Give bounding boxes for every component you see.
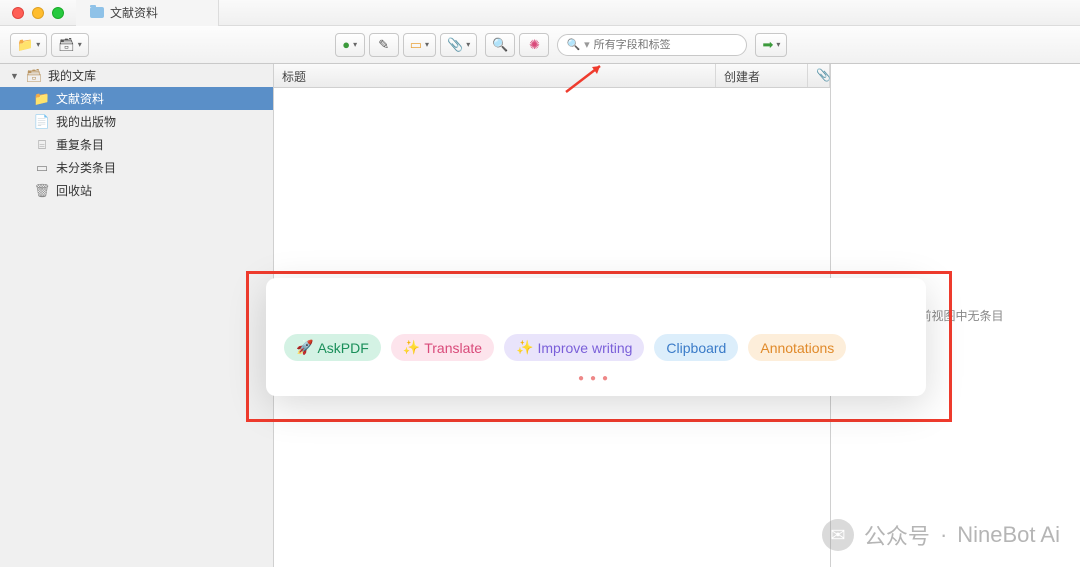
- minimize-window-button[interactable]: [32, 7, 44, 19]
- sparkle-icon: ✨: [516, 339, 533, 356]
- unfiled-icon: ▭: [34, 161, 50, 175]
- note-icon: ▭: [410, 37, 422, 53]
- search-input[interactable]: [594, 39, 739, 51]
- toolbar: 📁▾ 🗃▾ ●▾ ✎ ▭▾ 📎▾ 🔍 ✺ 🔍▾ ➡▾: [0, 26, 1080, 64]
- sidebar-item-label: 回收站: [56, 182, 92, 199]
- sidebar-item-label: 文献资料: [56, 90, 104, 107]
- close-window-button[interactable]: [12, 7, 24, 19]
- watermark-prefix: 公众号: [864, 519, 930, 551]
- ai-prompt-input[interactable]: [284, 292, 908, 316]
- folder-icon: [90, 7, 104, 18]
- wand-icon: ✎: [378, 37, 389, 53]
- openai-icon: ✺: [529, 37, 540, 53]
- folder-plus-icon: 📁: [17, 37, 33, 53]
- search-scope-caret[interactable]: ▾: [584, 38, 590, 51]
- column-creator[interactable]: 创建者: [716, 64, 808, 87]
- attach-button[interactable]: 📎▾: [440, 33, 477, 57]
- arrow-right-icon: ➡: [762, 37, 773, 53]
- ai-popup: 🚀AskPDF ✨Translate ✨Improve writing Clip…: [266, 278, 926, 396]
- plus-circle-icon: ●: [342, 37, 350, 52]
- window-controls: [0, 7, 76, 19]
- sparkle-icon: ✨: [403, 339, 420, 356]
- locate-button[interactable]: ➡▾: [755, 33, 787, 57]
- folder-icon: 📁: [34, 92, 50, 106]
- new-note-button[interactable]: ▭▾: [403, 33, 436, 57]
- page-icon: 📄: [34, 115, 50, 129]
- ai-suggestion-pills: 🚀AskPDF ✨Translate ✨Improve writing Clip…: [284, 334, 908, 361]
- popup-pagination-dots: ●●●: [284, 373, 908, 384]
- trash-icon: 🗑: [34, 184, 50, 198]
- pill-clipboard[interactable]: Clipboard: [654, 334, 738, 361]
- document-tab[interactable]: 文献资料: [76, 0, 219, 26]
- watermark-name: NineBot Ai: [957, 522, 1060, 548]
- sidebar-item-label: 未分类条目: [56, 159, 116, 176]
- search-field[interactable]: 🔍▾: [557, 34, 747, 56]
- sidebar-item-collection[interactable]: 📁 文献资料: [0, 87, 273, 110]
- watermark: ✉ 公众号 · NineBot Ai: [822, 519, 1060, 551]
- sidebar-item-publications[interactable]: 📄 我的出版物: [0, 110, 273, 133]
- new-item-button[interactable]: ●▾: [335, 33, 365, 57]
- maximize-window-button[interactable]: [52, 7, 64, 19]
- lookup-button[interactable]: 🔍: [485, 33, 515, 57]
- box-icon: 🗃: [58, 37, 75, 53]
- ai-button[interactable]: ✺: [519, 33, 549, 57]
- pill-translate[interactable]: ✨Translate: [391, 334, 494, 361]
- pill-askpdf[interactable]: 🚀AskPDF: [284, 334, 381, 361]
- pill-improve-writing[interactable]: ✨Improve writing: [504, 334, 644, 361]
- search-icon: 🔍: [566, 38, 580, 51]
- watermark-sep: ·: [940, 522, 947, 548]
- tab-title: 文献资料: [110, 4, 158, 21]
- sidebar-item-trash[interactable]: 🗑 回收站: [0, 179, 273, 202]
- wechat-icon: ✉: [822, 519, 854, 551]
- column-title[interactable]: 标题: [274, 64, 716, 87]
- add-by-identifier-button[interactable]: ✎: [369, 33, 399, 57]
- paperclip-icon: 📎: [816, 68, 831, 82]
- disclosure-triangle-icon[interactable]: ▼: [10, 71, 20, 81]
- new-library-button[interactable]: 🗃▾: [51, 33, 89, 57]
- pill-annotations[interactable]: Annotations: [748, 334, 846, 361]
- sidebar: ▼ 🗃 我的文库 📁 文献资料 📄 我的出版物 ⌸ 重复条目 ▭ 未分类条目 🗑…: [0, 64, 274, 567]
- rocket-icon: 🚀: [296, 339, 313, 356]
- sidebar-item-label: 重复条目: [56, 136, 104, 153]
- column-headers: 标题 创建者 📎: [274, 64, 830, 88]
- paperclip-icon: 📎: [447, 37, 463, 53]
- sidebar-root-library[interactable]: ▼ 🗃 我的文库: [0, 64, 273, 87]
- library-icon: 🗃: [26, 69, 42, 83]
- titlebar: 文献资料: [0, 0, 1080, 26]
- sidebar-item-unfiled[interactable]: ▭ 未分类条目: [0, 156, 273, 179]
- magnifier-icon: 🔍: [492, 37, 508, 53]
- sidebar-root-label: 我的文库: [48, 67, 96, 84]
- sidebar-item-label: 我的出版物: [56, 113, 116, 130]
- new-collection-button[interactable]: 📁▾: [10, 33, 47, 57]
- sidebar-item-duplicates[interactable]: ⌸ 重复条目: [0, 133, 273, 156]
- column-attachment[interactable]: 📎: [808, 64, 830, 87]
- duplicates-icon: ⌸: [34, 138, 50, 152]
